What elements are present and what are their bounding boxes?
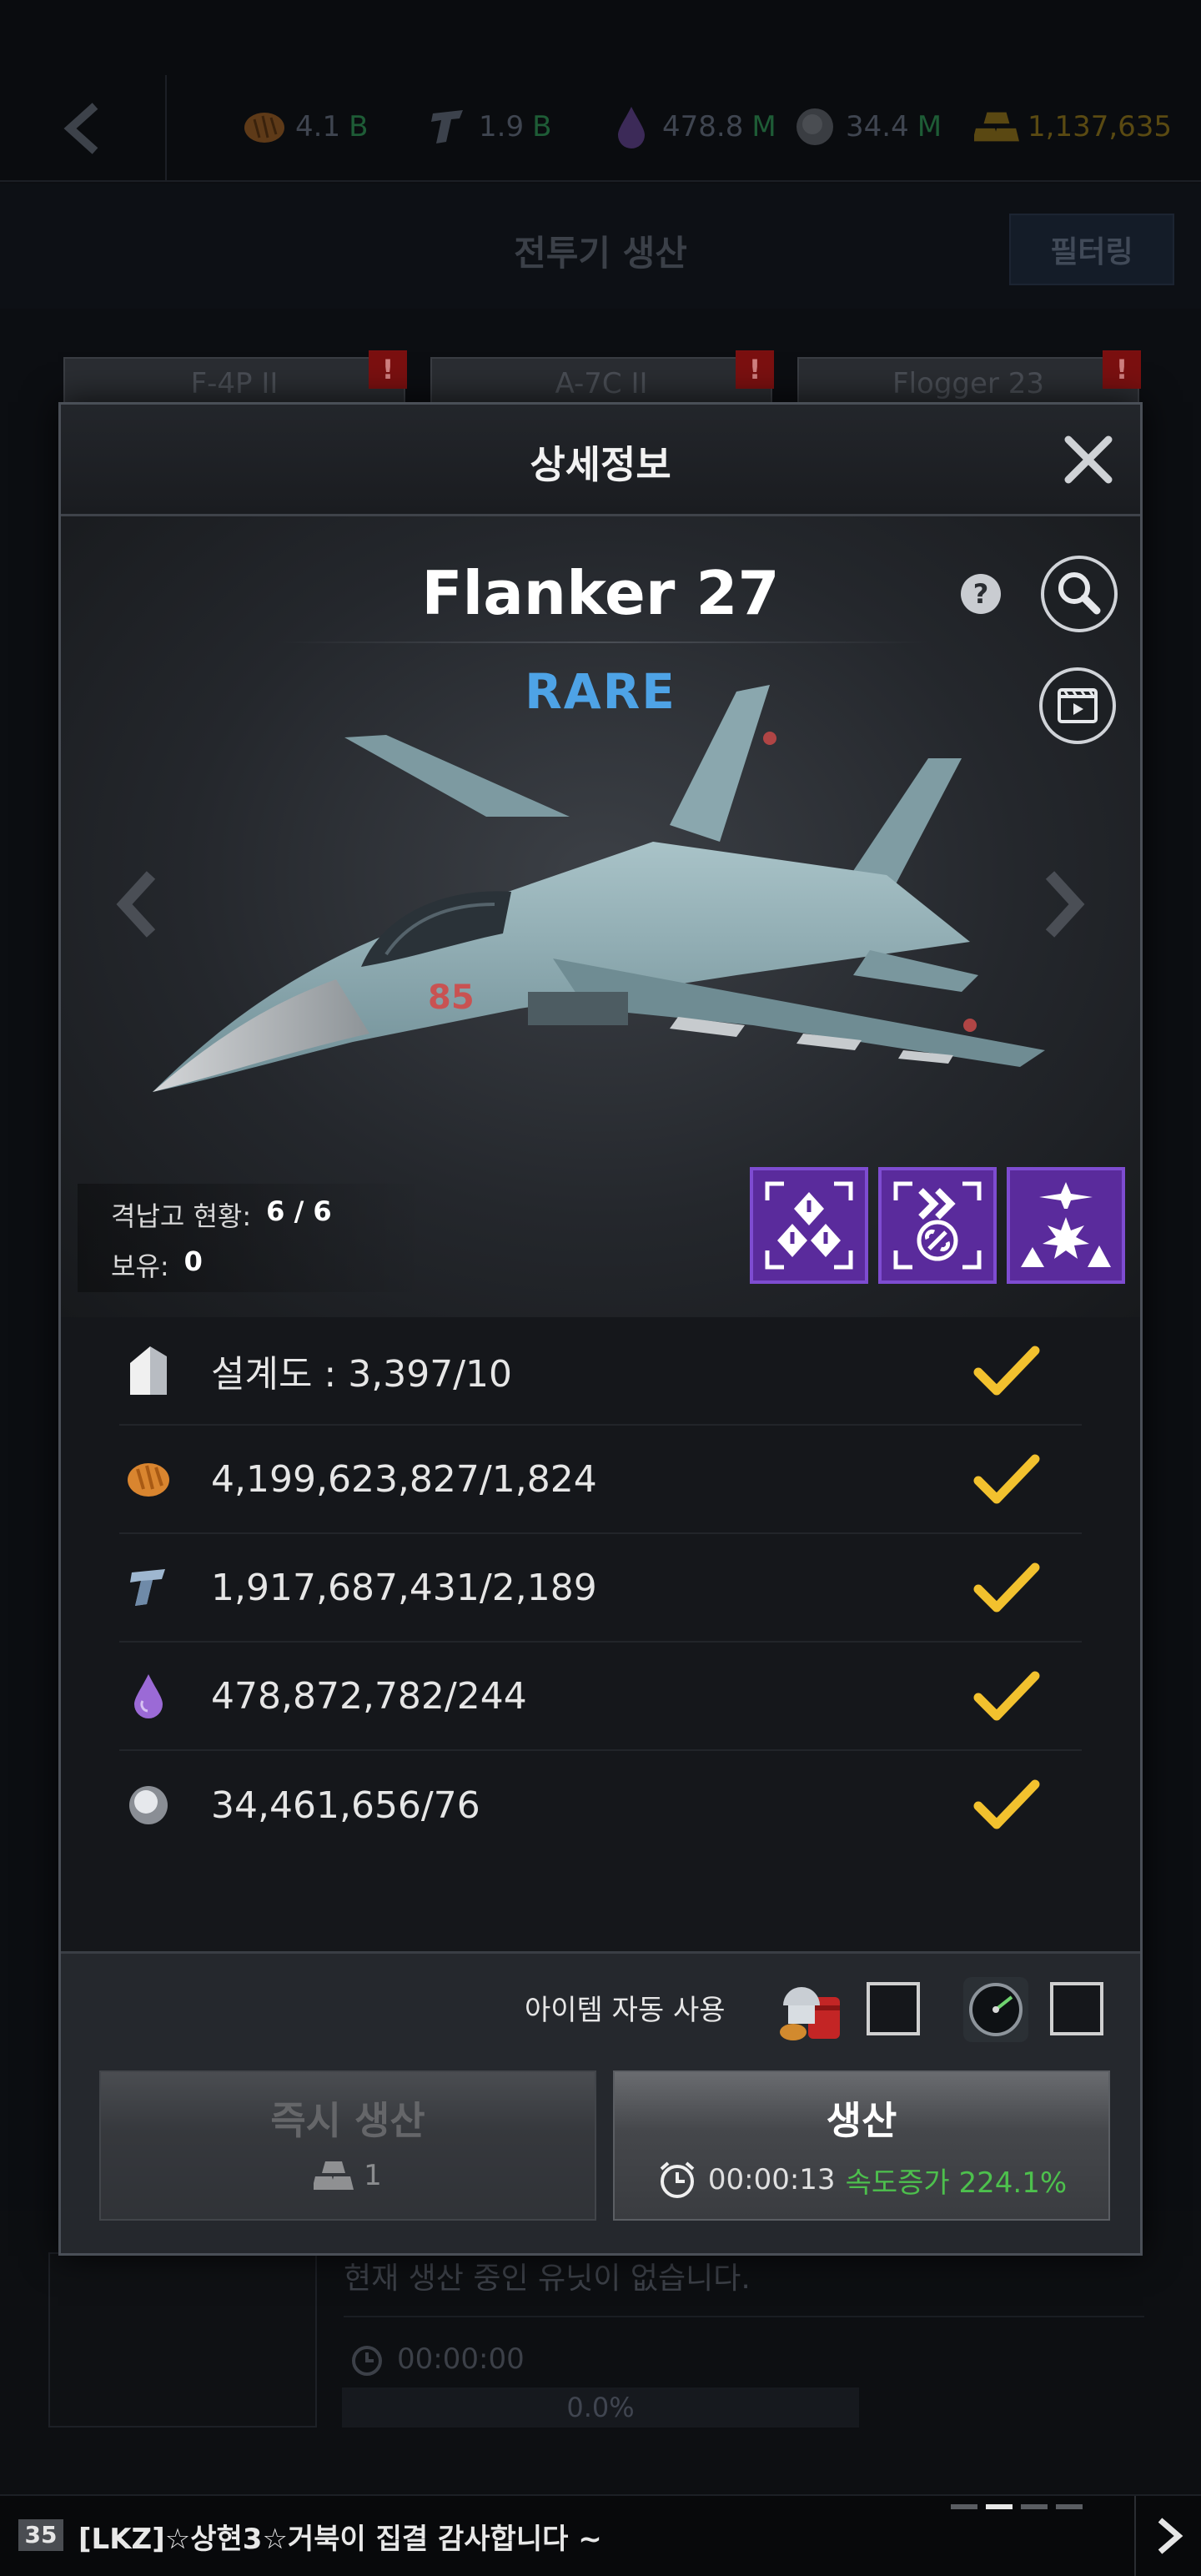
chat-level-badge: 35 (18, 2519, 63, 2551)
production-time: 00:00:13 (707, 2163, 836, 2196)
top-resource-bar (0, 0, 1201, 182)
requirement-rare-earth: 34,461,656/76 (119, 1751, 1082, 1859)
resource-food: 4.1 B (242, 104, 368, 149)
chat-next-button[interactable] (1134, 2496, 1201, 2576)
speed-boost-item (958, 1972, 1033, 2047)
bread-icon (119, 1450, 178, 1508)
bread-icon (242, 104, 287, 149)
unit-stats-panel: 격납고 현황: 6 / 6 보유: 0 (78, 1184, 428, 1292)
svg-text:85: 85 (428, 979, 475, 1017)
close-icon (1064, 435, 1113, 484)
queue-thumbnail (48, 2252, 317, 2428)
mineral-orb-icon (119, 1776, 178, 1834)
queue-empty-text: 현재 생산 중인 유닛이 없습니다. (344, 2262, 751, 2296)
check-icon (973, 1454, 1040, 1504)
alert-badge: ! (1103, 350, 1141, 389)
requirement-steel: 1,917,687,431/2,189 (119, 1534, 1082, 1643)
magnifier-icon (1041, 556, 1118, 632)
unit-viewer: Flanker 27 RARE ? 85 격납고 현황: 6 / 6 보유: 0 (61, 516, 1140, 1317)
unit-tab-flogger[interactable]: Flogger 23 ! (797, 350, 1141, 407)
check-icon (973, 1779, 1040, 1829)
unit-tab-f4p[interactable]: F-4P II ! (63, 350, 407, 407)
produce-button[interactable]: 생산 00:00:13 속도증가 224.1% (613, 2070, 1110, 2221)
modal-header: 상세정보 (61, 405, 1140, 516)
alarm-clock-icon (352, 2346, 382, 2376)
divider (344, 2316, 1144, 2317)
requirement-food: 4,199,623,827/1,824 (119, 1426, 1082, 1534)
air-strike-icon (1021, 1182, 1111, 1267)
owned-count: 보유: 0 (111, 1245, 203, 1282)
oil-drop-icon (119, 1667, 178, 1725)
zoom-button[interactable] (1038, 553, 1120, 635)
check-icon (973, 1346, 1040, 1396)
auto-use-label: 아이템 자동 사용 (525, 1994, 726, 2027)
speed-boost-text: 속도증가 224.1% (845, 2166, 1068, 2200)
back-button[interactable] (0, 75, 167, 182)
divider (278, 641, 928, 643)
question-icon: ? (961, 574, 1001, 614)
skill-list (750, 1167, 1125, 1284)
requirement-oil: 478,872,782/244 (119, 1643, 1082, 1751)
modal-title: 상세정보 (530, 442, 671, 487)
skill-air-strike[interactable] (1007, 1167, 1125, 1284)
unit-detail-modal: 상세정보 Flanker 27 RARE ? 85 격납고 현황: 6 / 6 … (58, 402, 1143, 2256)
requirement-blueprint: 설계도 : 3,397/10 (119, 1317, 1082, 1426)
auto-use-checkbox-speed[interactable] (1050, 1982, 1103, 2035)
alert-badge: ! (736, 350, 774, 389)
supply-boost-item (775, 1972, 850, 2047)
alert-badge: ! (369, 350, 407, 389)
queue-progress-bar: 0.0% (342, 2387, 859, 2428)
resource-rare-earth: 34.4 M (792, 104, 942, 149)
fuel-barrel-icon (780, 1987, 840, 2040)
alert-target-icon (765, 1181, 853, 1270)
unit-tab-a7c[interactable]: A-7C II ! (430, 350, 774, 407)
gold-bars-icon (314, 2161, 354, 2190)
skill-speed-link[interactable] (878, 1167, 997, 1284)
hangar-status: 격납고 현황: 6 / 6 (111, 1195, 332, 1232)
mineral-orb-icon (792, 104, 837, 149)
blueprint-icon (119, 1341, 178, 1400)
resource-gold: 1,137,635 (974, 104, 1172, 149)
queue-timer: 00:00:00 (349, 2341, 525, 2377)
skill-alert-target[interactable] (750, 1167, 868, 1284)
speed-link-icon (893, 1181, 982, 1270)
chevron-right-icon (1158, 2518, 1183, 2554)
fighter-jet-image: 85 (153, 685, 1045, 1092)
chat-page-indicator (951, 2504, 1083, 2509)
resource-oil: 478.8 M (609, 104, 776, 149)
steel-beam-icon (119, 1558, 178, 1617)
gold-bars-icon (974, 104, 1019, 149)
resource-steel: 1.9 B (425, 104, 551, 149)
filter-button[interactable]: 필터링 (1009, 214, 1174, 285)
svg-text:?: ? (973, 578, 989, 610)
chevron-left-icon (63, 103, 98, 154)
close-button[interactable] (1058, 430, 1118, 490)
production-footer: 아이템 자동 사용 즉시 생산 1 생산 00:00:13 속도증가 224.1… (61, 1951, 1140, 2253)
auto-use-checkbox-supply[interactable] (867, 1982, 920, 2035)
instant-produce-button[interactable]: 즉시 생산 1 (99, 2070, 596, 2221)
gauge-icon (963, 1977, 1028, 2042)
oil-drop-icon (609, 104, 654, 149)
requirement-list: 설계도 : 3,397/10 4,199,623,827/1,824 1,917… (61, 1317, 1140, 1951)
check-icon (973, 1562, 1040, 1613)
help-button[interactable]: ? (958, 571, 1003, 616)
alarm-clock-icon (660, 2161, 695, 2198)
steel-beam-icon (425, 104, 470, 149)
check-icon (973, 1671, 1040, 1721)
chat-message: [LKZ]☆상현3☆거북이 집결 감사합니다 ~ (78, 2523, 602, 2556)
